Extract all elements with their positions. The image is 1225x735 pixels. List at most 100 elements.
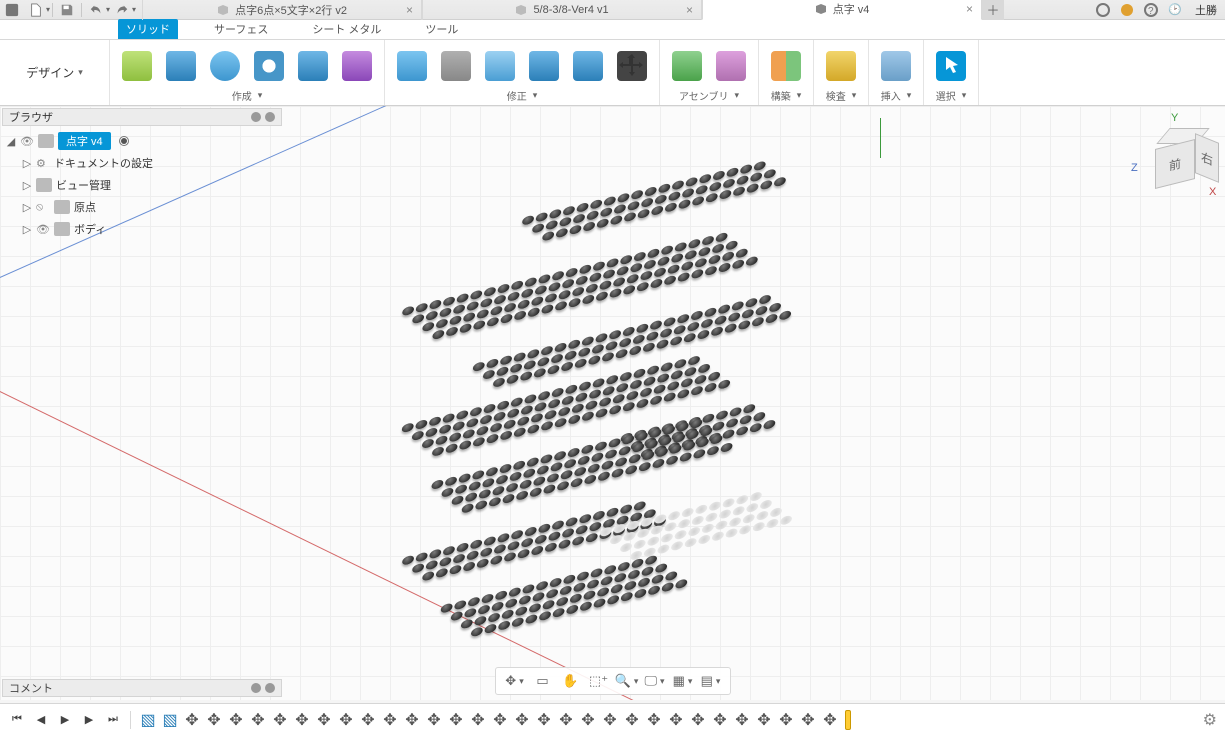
lookat-button[interactable]: ▭ <box>532 671 554 691</box>
ribbon-group-label[interactable]: アセンブリ <box>679 88 739 103</box>
timeline-feature[interactable]: ✥ <box>337 711 355 729</box>
select-button[interactable] <box>934 49 968 83</box>
file-menu-button[interactable] <box>24 0 48 20</box>
insert-button[interactable] <box>879 49 913 83</box>
timeline-feature[interactable]: ✥ <box>623 711 641 729</box>
ribbon-group-label[interactable]: 作成 <box>232 88 263 103</box>
timeline-feature[interactable]: ✥ <box>491 711 509 729</box>
pan-button[interactable]: ✋ <box>560 671 582 691</box>
combine-button[interactable] <box>571 49 605 83</box>
chamfer-button[interactable] <box>483 49 517 83</box>
add-comment-icon[interactable] <box>251 683 261 693</box>
collapse-icon[interactable] <box>251 112 261 122</box>
joint-button[interactable] <box>714 49 748 83</box>
timeline-feature[interactable]: ✥ <box>227 711 245 729</box>
comments-panel[interactable]: コメント <box>2 679 282 697</box>
revolve-button[interactable] <box>208 49 242 83</box>
timeline-prev[interactable]: ◀ <box>32 711 50 729</box>
ribbon-group-label[interactable]: 挿入 <box>881 88 912 103</box>
expand-icon[interactable]: ▷ <box>22 201 32 214</box>
timeline-feature[interactable]: ✥ <box>579 711 597 729</box>
timeline-feature[interactable]: ✥ <box>403 711 421 729</box>
notifications-icon[interactable]: 🕑 <box>1167 2 1183 18</box>
timeline-to-end[interactable]: ⏭ <box>104 711 122 729</box>
expand-icon[interactable]: ▷ <box>22 157 32 170</box>
timeline-feature[interactable]: ✥ <box>425 711 443 729</box>
timeline-play[interactable]: ▶ <box>56 711 74 729</box>
browser-item[interactable]: ▷ 👁 ボディ <box>4 218 280 240</box>
timeline-feature[interactable]: ✥ <box>381 711 399 729</box>
timeline-feature[interactable]: ✥ <box>359 711 377 729</box>
document-tab-active[interactable]: 点字 v4 × <box>702 0 982 20</box>
expand-icon[interactable]: ◢ <box>6 135 16 148</box>
close-tab-icon[interactable]: × <box>686 3 693 17</box>
job-status-icon[interactable] <box>1119 2 1135 18</box>
timeline-feature[interactable]: ▧ <box>161 711 179 729</box>
zoom-button[interactable]: 🔍 <box>616 671 638 691</box>
visibility-off-icon[interactable]: ⦸ <box>36 201 50 214</box>
browser-root[interactable]: ◢ 👁 点字 v4 <box>4 130 280 152</box>
orbit-button[interactable]: ✥ <box>504 671 526 691</box>
document-tab[interactable]: 点字6点×5文字×2行 v2 × <box>142 0 422 20</box>
ribbon-group-label[interactable]: 検査 <box>826 88 857 103</box>
viewcube-right[interactable]: 右 <box>1195 133 1219 183</box>
new-component-button[interactable] <box>670 49 704 83</box>
help-icon[interactable]: ? <box>1143 2 1159 18</box>
browser-item[interactable]: ▷ ビュー管理 <box>4 174 280 196</box>
workspace-switcher[interactable]: デザイン▾ <box>0 40 110 105</box>
display-settings-button[interactable]: 🖵 <box>644 671 666 691</box>
view-cube[interactable]: 前 右 Y X Z <box>1149 130 1213 194</box>
expand-icon[interactable]: ▷ <box>22 179 32 192</box>
timeline-playhead[interactable] <box>845 710 851 730</box>
timeline-feature[interactable]: ✥ <box>293 711 311 729</box>
presspull-button[interactable] <box>395 49 429 83</box>
undo-button[interactable] <box>84 0 108 20</box>
measure-button[interactable] <box>824 49 858 83</box>
viewport-layout-button[interactable]: ▤ <box>700 671 722 691</box>
timeline-settings-icon[interactable]: ⚙ <box>1203 710 1217 730</box>
redo-button[interactable] <box>110 0 134 20</box>
extrude-button[interactable] <box>164 49 198 83</box>
activate-radio[interactable] <box>119 136 129 146</box>
timeline-feature[interactable]: ✥ <box>645 711 663 729</box>
viewcube-front[interactable]: 前 <box>1155 139 1195 189</box>
timeline-feature[interactable]: ✥ <box>469 711 487 729</box>
timeline-feature[interactable]: ✥ <box>711 711 729 729</box>
fillet-button[interactable] <box>439 49 473 83</box>
extensions-icon[interactable] <box>1095 2 1111 18</box>
collapse-icon[interactable] <box>265 683 275 693</box>
close-tab-icon[interactable]: × <box>406 3 413 17</box>
timeline-feature[interactable]: ✥ <box>601 711 619 729</box>
ribbon-group-label[interactable]: 修正 <box>507 88 538 103</box>
timeline-feature[interactable]: ▧ <box>139 711 157 729</box>
timeline-feature[interactable]: ✥ <box>733 711 751 729</box>
timeline-feature[interactable]: ✥ <box>513 711 531 729</box>
timeline-feature[interactable]: ✥ <box>249 711 267 729</box>
browser-header[interactable]: ブラウザ <box>2 108 282 126</box>
app-menu-button[interactable] <box>0 0 24 20</box>
timeline-feature[interactable]: ✥ <box>689 711 707 729</box>
sketch-button[interactable] <box>120 49 154 83</box>
zoom-window-button[interactable]: ⬚⁺ <box>588 671 610 691</box>
visibility-icon[interactable]: 👁 <box>36 223 50 236</box>
file-menu-caret[interactable]: ▾ <box>46 5 50 14</box>
timeline-feature[interactable]: ✥ <box>205 711 223 729</box>
timeline-feature[interactable]: ✥ <box>535 711 553 729</box>
timeline-feature[interactable]: ✥ <box>777 711 795 729</box>
browser-item[interactable]: ▷ ⚙ ドキュメントの設定 <box>4 152 280 174</box>
timeline-feature[interactable]: ✥ <box>183 711 201 729</box>
timeline-to-start[interactable]: ⏮ <box>8 711 26 729</box>
pin-icon[interactable] <box>265 112 275 122</box>
timeline-feature[interactable]: ✥ <box>447 711 465 729</box>
browser-item[interactable]: ▷ ⦸ 原点 <box>4 196 280 218</box>
timeline-feature[interactable]: ✥ <box>271 711 289 729</box>
shell-button[interactable] <box>527 49 561 83</box>
gear-icon[interactable]: ⚙ <box>36 157 50 170</box>
move-button[interactable] <box>615 49 649 83</box>
ribbon-tab-solid[interactable]: ソリッド <box>118 19 178 39</box>
save-button[interactable] <box>55 0 79 20</box>
hole-button[interactable] <box>252 49 286 83</box>
redo-caret[interactable]: ▾ <box>132 5 136 14</box>
grid-settings-button[interactable]: ▦ <box>672 671 694 691</box>
new-tab-button[interactable]: ＋ <box>982 0 1004 20</box>
